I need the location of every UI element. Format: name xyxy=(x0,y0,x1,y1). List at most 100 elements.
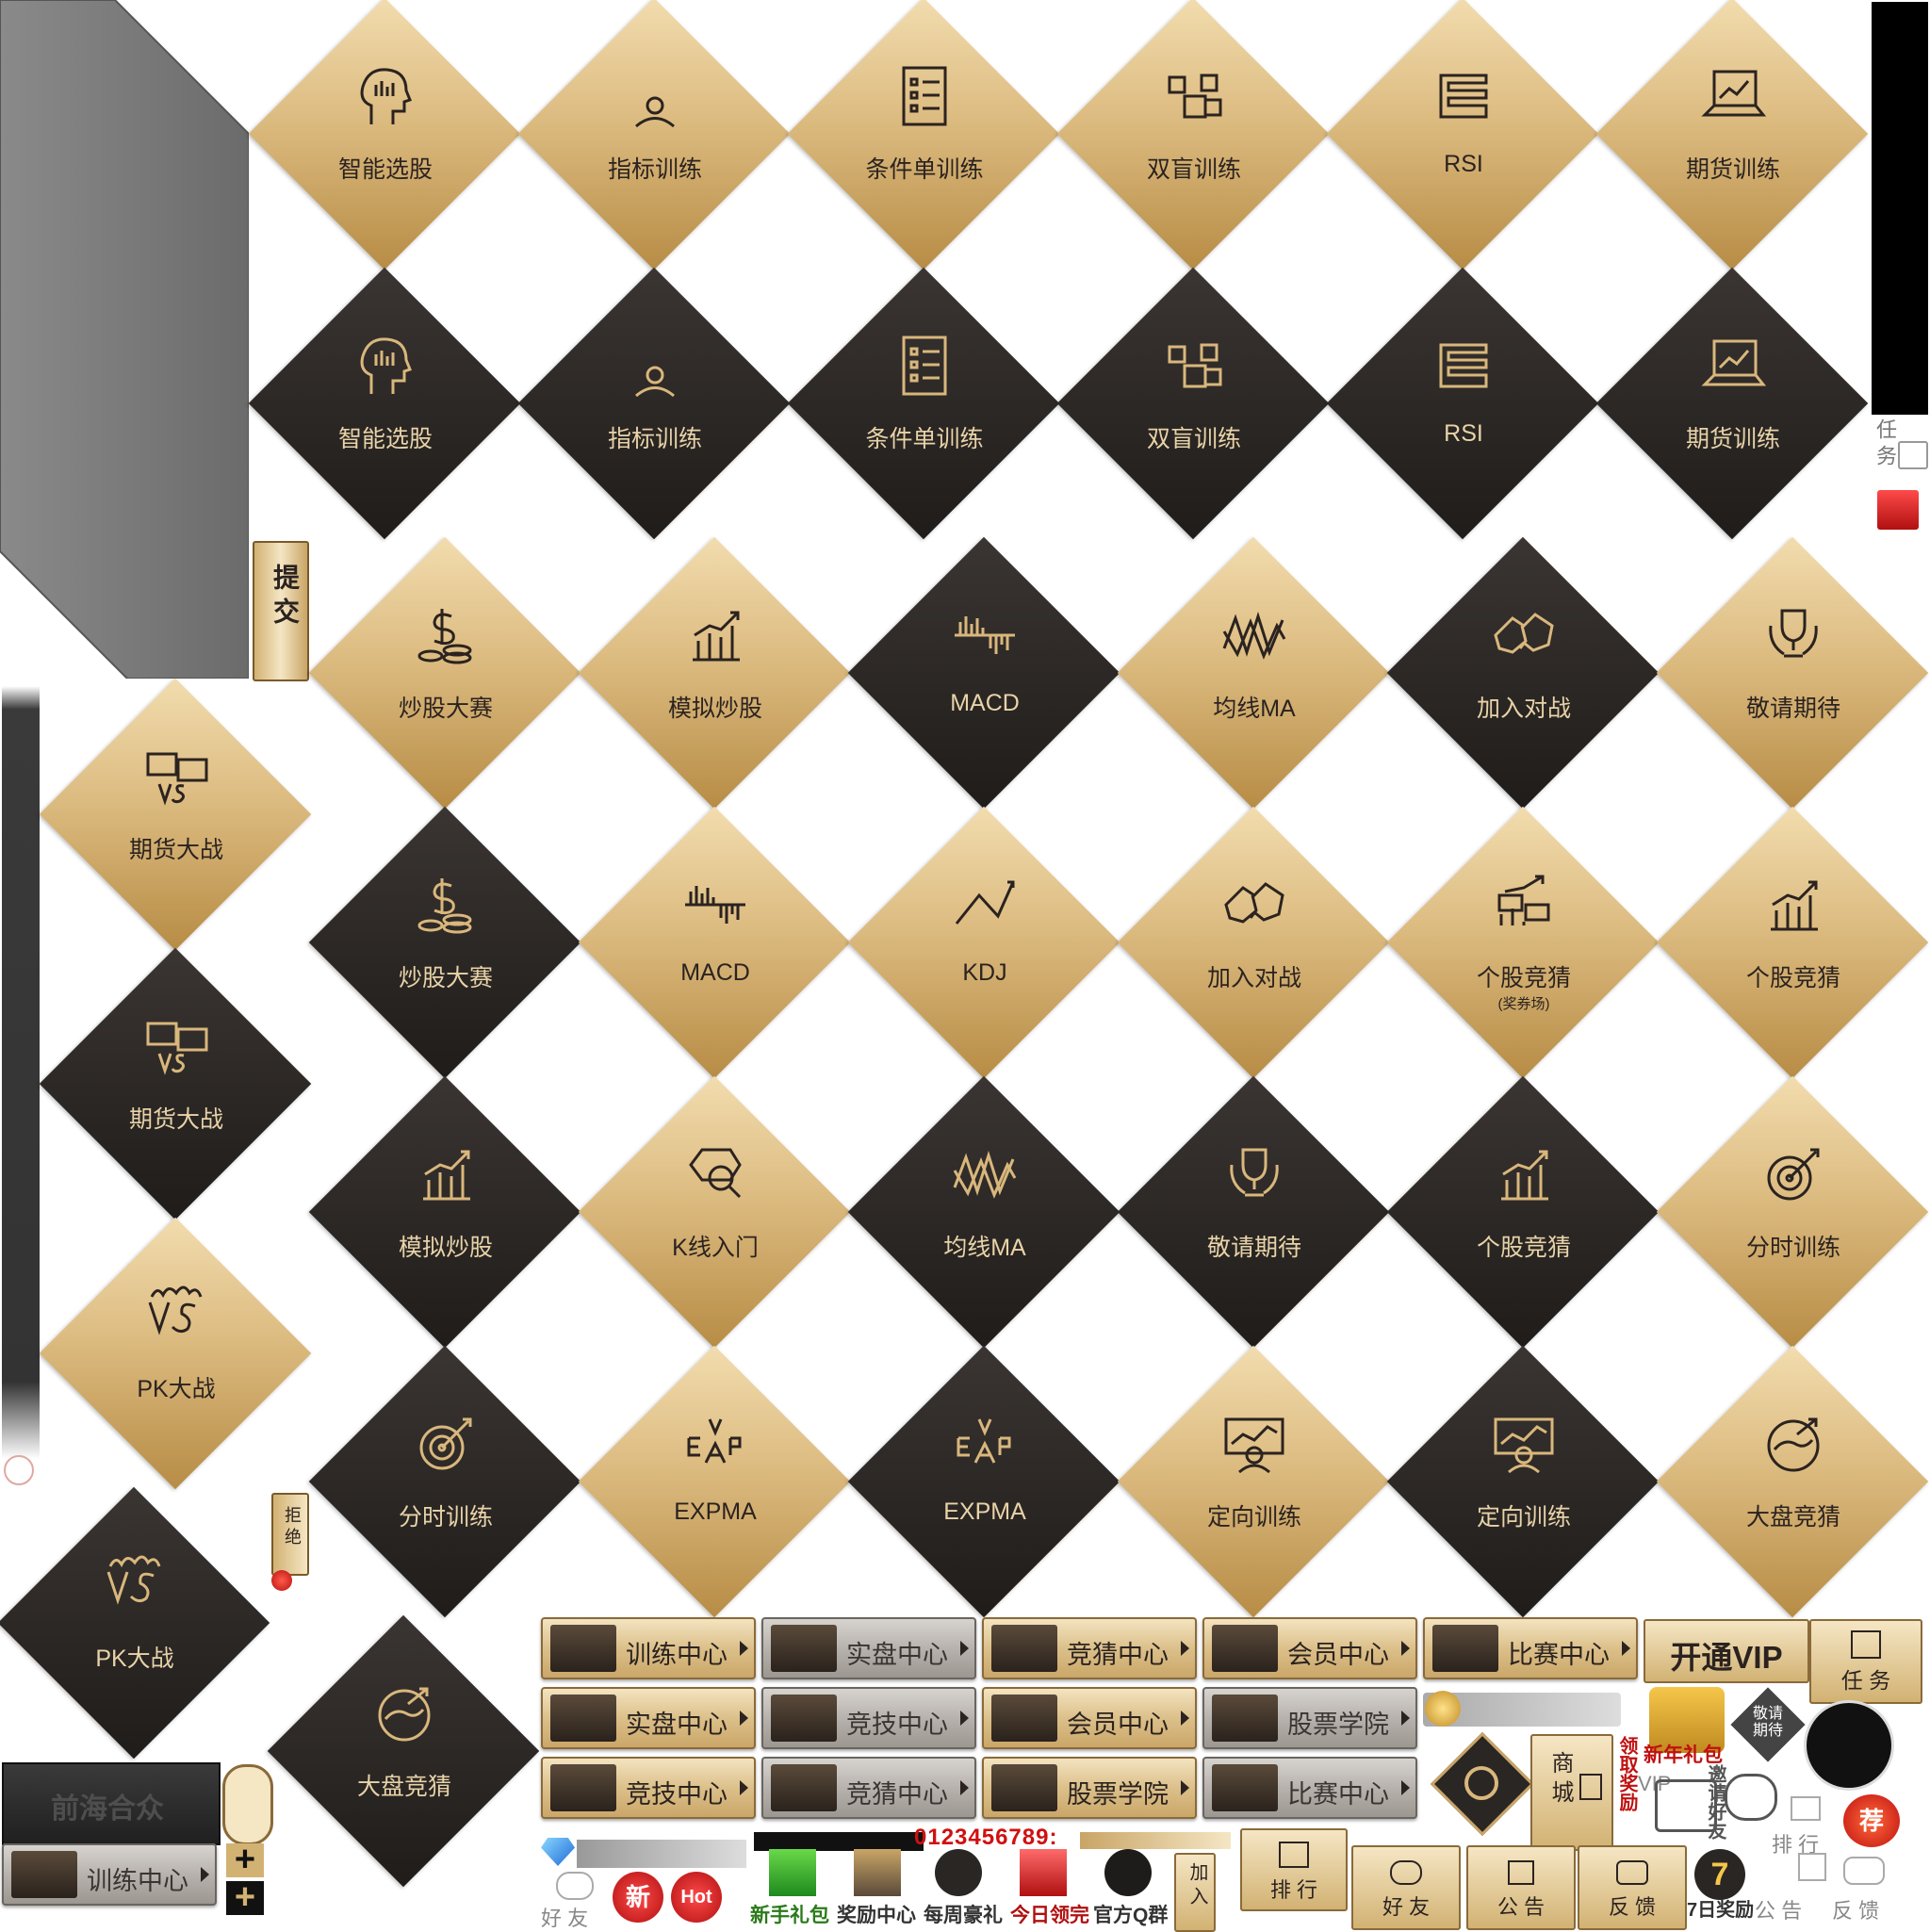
speaker-icon xyxy=(1508,1860,1534,1885)
new-badge[interactable]: 新 xyxy=(613,1872,663,1923)
tile-t31[interactable]: 个股竞猜 xyxy=(1386,1075,1660,1349)
announce-small-label[interactable]: 公 告 xyxy=(1755,1894,1802,1924)
tile-t17[interactable]: 加入对战 xyxy=(1386,536,1660,810)
tile-t19[interactable]: 期货大战 xyxy=(39,678,312,951)
menu-button-icon xyxy=(991,1695,1057,1742)
hot-badge[interactable]: Hot xyxy=(671,1872,722,1923)
ranking-small-icon[interactable] xyxy=(1791,1796,1821,1821)
tab-weekly-gift[interactable]: 每周豪礼 xyxy=(924,1900,1003,1928)
feedback-button[interactable]: 反 馈 xyxy=(1578,1845,1687,1930)
tile-t39[interactable]: 大盘竞猜 xyxy=(1656,1345,1929,1618)
menu-button[interactable]: 会员中心 xyxy=(982,1687,1197,1749)
tile-t7[interactable]: 智能选股 xyxy=(248,267,521,540)
dark-scrollbar-left[interactable] xyxy=(2,686,40,1459)
menu-button[interactable]: 竞猜中心 xyxy=(982,1617,1197,1679)
money-coins-icon xyxy=(408,867,483,942)
menu-button[interactable]: 竞技中心 xyxy=(761,1687,976,1749)
speaker-small-icon xyxy=(1798,1853,1826,1881)
tile-t13[interactable]: 炒股大赛 xyxy=(308,536,581,810)
menu-button[interactable]: 竞技中心 xyxy=(541,1757,756,1819)
tile-t14[interactable]: 模拟炒股 xyxy=(578,536,851,810)
settings-diamond[interactable] xyxy=(1430,1731,1535,1837)
black-circle-button[interactable] xyxy=(1804,1700,1894,1791)
tab-official-qq[interactable]: 官方Q群 xyxy=(1093,1900,1168,1928)
join-button[interactable]: 加 入 xyxy=(1174,1853,1216,1932)
seven-day-icon[interactable]: 7 xyxy=(1694,1849,1745,1900)
tile-t16[interactable]: 均线MA xyxy=(1117,536,1390,810)
tile-t37[interactable]: 定向训练 xyxy=(1117,1345,1390,1618)
menu-button[interactable]: 竞猜中心 xyxy=(761,1757,976,1819)
rec-badge[interactable]: 荐 xyxy=(1843,1794,1900,1847)
plus-dark-icon[interactable]: + xyxy=(226,1879,264,1915)
reject-button[interactable]: 拒 绝 xyxy=(271,1493,309,1576)
tile-t41[interactable]: 大盘竞猜 xyxy=(267,1614,540,1888)
menu-button[interactable]: 实盘中心 xyxy=(761,1617,976,1679)
menu-button[interactable]: 实盘中心 xyxy=(541,1687,756,1749)
tile-t29[interactable]: 均线MA xyxy=(847,1075,1120,1349)
tab-reward-center[interactable]: 奖励中心 xyxy=(837,1900,916,1928)
open-vip-button[interactable]: 开通VIP xyxy=(1644,1619,1809,1683)
tile-t25[interactable]: 个股竞猜 xyxy=(1656,806,1929,1079)
tile-t26[interactable]: 期货大战 xyxy=(39,947,312,1220)
bar-growth-icon xyxy=(1756,867,1831,942)
tab-new-gift[interactable]: 新手礼包 xyxy=(750,1900,829,1928)
tile-t22[interactable]: KDJ xyxy=(847,806,1120,1079)
menu-button[interactable]: 股票学院 xyxy=(982,1757,1197,1819)
stay-tuned-diamond[interactable]: 敬请期待 xyxy=(1730,1687,1806,1762)
task-edit-icon xyxy=(1851,1630,1881,1659)
plus-icon[interactable]: + xyxy=(226,1842,264,1877)
tile-t8[interactable]: 指标训练 xyxy=(517,267,791,540)
tile-t21[interactable]: MACD xyxy=(578,806,851,1079)
tile-t27[interactable]: 模拟炒股 xyxy=(308,1075,581,1349)
tile-t23[interactable]: 加入对战 xyxy=(1117,806,1390,1079)
tile-t35[interactable]: EXPMA xyxy=(578,1345,851,1618)
submit-button[interactable]: 提 交 xyxy=(253,541,309,681)
tile-t30[interactable]: 敬请期待 xyxy=(1117,1075,1390,1349)
tile-t24[interactable]: 个股竞猜 (奖券场) xyxy=(1386,806,1660,1079)
tile-t18[interactable]: 敬请期待 xyxy=(1656,536,1929,810)
task-button[interactable]: 任 务 xyxy=(1809,1619,1922,1704)
tab-today-claimed[interactable]: 今日领完 xyxy=(1010,1900,1089,1928)
crown-emblem-icon xyxy=(222,1764,273,1845)
tile-t33[interactable]: PK大战 xyxy=(39,1217,312,1490)
friends-button[interactable]: 好 友 xyxy=(1351,1845,1461,1930)
tile-t20[interactable]: 炒股大赛 xyxy=(308,806,581,1079)
tile-label: 炒股大赛 xyxy=(398,965,493,991)
tile-t5[interactable]: RSI xyxy=(1326,0,1599,270)
menu-button[interactable]: 会员中心 xyxy=(1202,1617,1417,1679)
menu-button[interactable]: 训练中心 xyxy=(2,1843,217,1906)
mall-button[interactable]: 商 城 xyxy=(1530,1734,1613,1851)
tile-t15[interactable]: MACD xyxy=(847,536,1120,810)
menu-button[interactable]: 训练中心 xyxy=(541,1617,756,1679)
friends-small-icon[interactable] xyxy=(556,1872,594,1900)
tile-t10[interactable]: 双盲训练 xyxy=(1056,267,1330,540)
tile-t36[interactable]: EXPMA xyxy=(847,1345,1120,1618)
tile-t6[interactable]: 期货训练 xyxy=(1595,0,1869,270)
tile-t1[interactable]: 智能选股 xyxy=(248,0,521,270)
tile-t12[interactable]: 期货训练 xyxy=(1595,267,1869,540)
tile-t34[interactable]: 分时训练 xyxy=(308,1345,581,1618)
feedback-small-icon[interactable] xyxy=(1843,1857,1885,1885)
lottery-reward-label[interactable]: 领取奖励 xyxy=(1613,1736,1641,1811)
ranking-button[interactable]: 排 行 xyxy=(1240,1828,1348,1911)
menu-button[interactable]: 比赛中心 xyxy=(1202,1757,1417,1819)
menu-button[interactable]: 比赛中心 xyxy=(1423,1617,1638,1679)
tile-label: 指标训练 xyxy=(607,426,702,452)
tile-t32[interactable]: 分时训练 xyxy=(1656,1075,1929,1349)
tile-t38[interactable]: 定向训练 xyxy=(1386,1345,1660,1618)
announce-button[interactable]: 公 告 xyxy=(1466,1845,1576,1930)
bell-icon[interactable] xyxy=(4,1455,34,1485)
gift-icon[interactable] xyxy=(1877,490,1919,530)
task-side-label[interactable]: 任 务 xyxy=(1870,418,1900,466)
tile-t3[interactable]: 条件单训练 xyxy=(787,0,1060,270)
edit-icon[interactable] xyxy=(1898,441,1928,469)
gem-bar xyxy=(577,1840,746,1868)
tile-t4[interactable]: 双盲训练 xyxy=(1056,0,1330,270)
tile-t28[interactable]: K线入门 xyxy=(578,1075,851,1349)
menu-button[interactable]: 股票学院 xyxy=(1202,1687,1417,1749)
tile-t40[interactable]: PK大战 xyxy=(0,1486,270,1760)
tile-t2[interactable]: 指标训练 xyxy=(517,0,791,270)
tile-t9[interactable]: 条件单训练 xyxy=(787,267,1060,540)
menu-button-label: 股票学院 xyxy=(1067,1780,1169,1809)
tile-t11[interactable]: RSI xyxy=(1326,267,1599,540)
